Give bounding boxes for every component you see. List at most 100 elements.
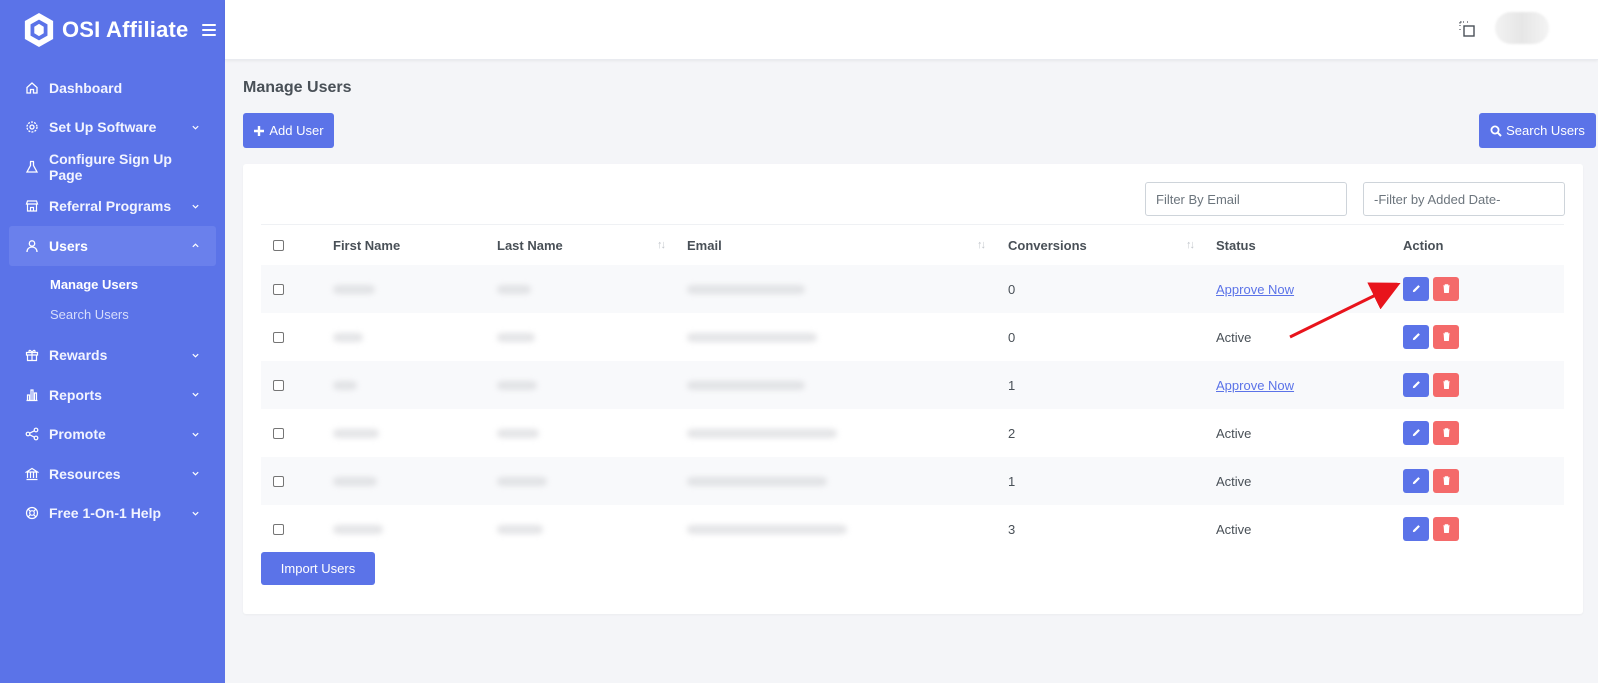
header-action: Action [1403, 237, 1444, 253]
sidebar-item-label: Rewards [49, 347, 108, 364]
edit-button[interactable] [1403, 469, 1429, 493]
redacted-last-name [497, 313, 535, 361]
gift-icon [25, 348, 39, 362]
flask-icon [25, 160, 39, 174]
row-checkbox[interactable] [273, 283, 284, 295]
select-all-checkbox[interactable] [273, 239, 284, 251]
brand: OSI Affiliate [0, 0, 225, 60]
pencil-icon [1411, 378, 1422, 393]
sidebar-subitem-search-users[interactable]: Search Users [0, 300, 225, 330]
row-checkbox[interactable] [273, 331, 284, 343]
add-user-button[interactable]: Add User [243, 113, 334, 148]
search-users-label: Search Users [1506, 123, 1585, 138]
store-icon [25, 199, 39, 213]
sidebar-item-configure-sign-up-page[interactable]: Configure Sign Up Page [9, 147, 216, 187]
edit-button[interactable] [1403, 373, 1429, 397]
approve-now-link[interactable]: Approve Now [1216, 282, 1294, 297]
sidebar-item-promote[interactable]: Promote [9, 415, 216, 455]
redacted-email [687, 409, 837, 457]
sidebar-item-label: Promote [49, 426, 106, 443]
row-checkbox[interactable] [273, 523, 284, 535]
redacted-last-name [497, 265, 531, 313]
conversions-value: 1 [1008, 377, 1016, 393]
hamburger-menu-icon[interactable] [202, 24, 217, 36]
sidebar-item-label: Resources [49, 465, 121, 482]
edit-button[interactable] [1403, 517, 1429, 541]
topbar [225, 0, 1598, 60]
edit-button[interactable] [1403, 325, 1429, 349]
redacted-last-name [497, 505, 543, 553]
header-conversions[interactable]: Conversions [1008, 225, 1087, 265]
delete-button[interactable] [1433, 517, 1459, 541]
delete-button[interactable] [1433, 373, 1459, 397]
search-icon [1490, 125, 1502, 137]
brand-title: OSI Affiliate [62, 17, 189, 42]
row-checkbox[interactable] [273, 427, 284, 439]
redacted-email [687, 313, 817, 361]
fullscreen-icon[interactable] [1458, 20, 1476, 38]
pencil-icon [1411, 282, 1422, 297]
table-row: 2 Active [261, 409, 1564, 457]
redacted-email [687, 265, 805, 313]
delete-button[interactable] [1433, 469, 1459, 493]
add-user-label: Add User [269, 123, 324, 138]
users-card: First Name Last Name ↑↓ Email ↑↓ Convers… [243, 164, 1583, 614]
share-icon [25, 427, 39, 441]
sidebar-item-label: Free 1-On-1 Help [49, 505, 162, 522]
lifebuoy-icon [25, 506, 39, 520]
filter-email-input[interactable] [1145, 182, 1347, 216]
search-users-button[interactable]: Search Users [1479, 113, 1596, 148]
sort-icon[interactable]: ↑↓ [1186, 225, 1195, 265]
sidebar-item-referral-programs[interactable]: Referral Programs [9, 187, 216, 227]
pencil-icon [1411, 474, 1422, 489]
sidebar-item-resources[interactable]: Resources [9, 454, 216, 494]
import-users-button[interactable]: Import Users [261, 552, 375, 585]
pencil-icon [1411, 522, 1422, 537]
user-icon [25, 239, 39, 253]
header-last-name[interactable]: Last Name [497, 225, 563, 265]
chevron-down-icon [190, 390, 200, 400]
trash-icon [1441, 282, 1452, 297]
sidebar-item-dashboard[interactable]: Dashboard [9, 68, 216, 108]
sort-icon[interactable]: ↑↓ [657, 225, 666, 265]
sidebar-item-set-up-software[interactable]: Set Up Software [9, 108, 216, 148]
filter-date-input[interactable] [1363, 182, 1565, 216]
redacted-last-name [497, 361, 537, 409]
status-text: Active [1216, 329, 1252, 345]
header-email[interactable]: Email [687, 225, 722, 265]
status-text: Active [1216, 521, 1252, 537]
sidebar-item-reports[interactable]: Reports [9, 375, 216, 415]
sort-icon[interactable]: ↑↓ [977, 225, 986, 265]
users-submenu: Manage Users Search Users [0, 266, 225, 336]
redacted-email [687, 505, 847, 553]
table-row: 3 Active [261, 505, 1564, 553]
sidebar-item-users[interactable]: Users [9, 226, 216, 266]
header-status: Status [1216, 237, 1256, 253]
gear-icon [25, 120, 39, 134]
sidebar-item-label: Users [49, 237, 88, 254]
bank-icon [25, 467, 39, 481]
table-row: 1 Approve Now [261, 361, 1564, 409]
redacted-last-name [497, 457, 547, 505]
redacted-first-name [333, 457, 377, 505]
row-checkbox[interactable] [273, 475, 284, 487]
delete-button[interactable] [1433, 325, 1459, 349]
row-checkbox[interactable] [273, 379, 284, 391]
sidebar-item-rewards[interactable]: Rewards [9, 336, 216, 376]
table-body: 0 Approve Now 0 Active 1 Approve Now 2 Active 1 A… [261, 265, 1564, 553]
trash-icon [1441, 378, 1452, 393]
header-first-name[interactable]: First Name [333, 225, 400, 265]
user-avatar[interactable] [1495, 12, 1549, 44]
sidebar-subitem-manage-users[interactable]: Manage Users [0, 270, 225, 300]
edit-button[interactable] [1403, 277, 1429, 301]
page-title: Manage Users [243, 79, 352, 96]
plus-icon [253, 125, 265, 137]
redacted-last-name [497, 409, 539, 457]
edit-button[interactable] [1403, 421, 1429, 445]
delete-button[interactable] [1433, 421, 1459, 445]
delete-button[interactable] [1433, 277, 1459, 301]
pencil-icon [1411, 330, 1422, 345]
trash-icon [1441, 330, 1452, 345]
sidebar-item-free-help[interactable]: Free 1-On-1 Help [9, 494, 216, 534]
approve-now-link[interactable]: Approve Now [1216, 378, 1294, 393]
